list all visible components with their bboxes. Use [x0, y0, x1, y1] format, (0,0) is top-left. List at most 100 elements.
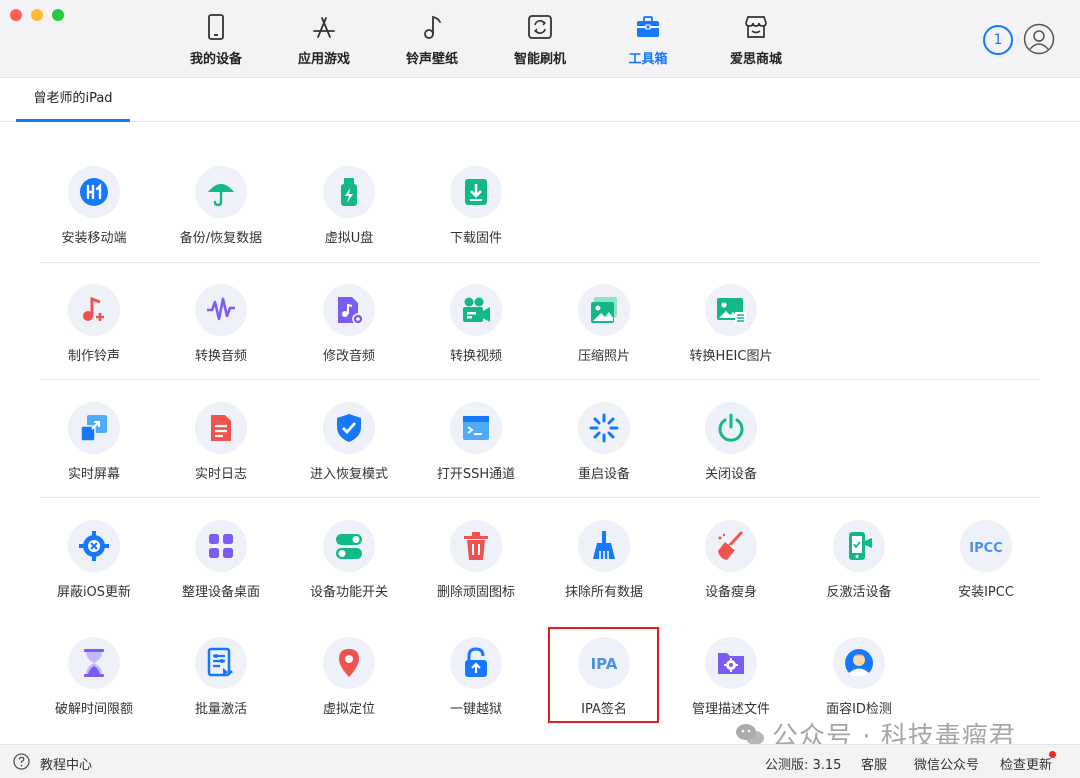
usb-drive-icon	[341, 178, 357, 206]
tool-delete-icons[interactable]: 删除顽固图标	[412, 520, 540, 620]
tool-virtual-location[interactable]: 虚拟定位	[285, 637, 413, 737]
close-window-button[interactable]	[10, 9, 22, 21]
spinner-icon	[589, 413, 619, 443]
tool-label: 转换音频	[194, 349, 247, 364]
tool-label: 打开SSH通道	[436, 467, 516, 482]
face-id-icon	[845, 649, 873, 677]
tool-label: 虚拟定位	[322, 702, 375, 717]
tool-label: 转换HEIC图片	[689, 349, 773, 364]
tool-label: 设备瘦身	[704, 585, 757, 600]
grid-icon	[209, 534, 233, 558]
tool-install-ipcc[interactable]: IPCC 安装IPCC	[922, 520, 1050, 620]
tool-label: 面容ID检测	[826, 702, 892, 717]
top-toolbar: 我的设备 应用游戏 铃声壁纸 智能刷机 工具箱 爱思商城 1	[0, 0, 1080, 78]
tool-live-screen[interactable]: 实时屏幕	[30, 402, 158, 502]
tool-label: 备份/恢复数据	[179, 231, 263, 246]
ipcc-text-icon: IPCC	[970, 541, 1002, 556]
tool-label: 管理描述文件	[691, 702, 770, 717]
tool-label: 删除顽固图标	[436, 585, 515, 600]
tool-label: 修改音频	[322, 349, 375, 364]
nav-ringtones[interactable]: 铃声壁纸	[382, 12, 482, 72]
unlock-icon	[465, 647, 487, 677]
tool-ssh-channel[interactable]: 打开SSH通道	[412, 402, 540, 502]
app-store-icon	[313, 17, 335, 38]
nav-store[interactable]: 爱思商城	[706, 12, 806, 72]
tool-label: 压缩照片	[577, 349, 630, 364]
nav-label: 工具箱	[628, 52, 668, 67]
tool-edit-audio[interactable]: 修改音频	[285, 284, 413, 384]
nav-label: 我的设备	[189, 52, 242, 67]
tool-label: 制作铃声	[67, 349, 120, 364]
broom-icon	[593, 531, 615, 559]
tool-batch-activate[interactable]: 批量激活	[157, 637, 285, 737]
tool-label: 实时屏幕	[67, 467, 120, 482]
nav-my-device[interactable]: 我的设备	[166, 12, 266, 72]
notification-badge[interactable]: 1	[983, 25, 1013, 55]
tool-label: 安装IPCC	[958, 585, 1014, 600]
gear-block-icon	[79, 531, 109, 561]
sweep-icon	[718, 531, 743, 560]
tool-convert-heic[interactable]: 转换HEIC图片	[667, 284, 795, 384]
tool-label: 批量激活	[194, 702, 247, 717]
tool-recovery-mode[interactable]: 进入恢复模式	[285, 402, 413, 502]
tool-label: 反激活设备	[826, 585, 892, 600]
tool-label: 下载固件	[449, 231, 502, 246]
wechat-account-link[interactable]: 微信公众号	[914, 754, 979, 773]
tool-label: 转换视频	[449, 349, 502, 364]
tool-label: 破解时间限额	[54, 702, 133, 717]
toggle-icon	[336, 534, 362, 559]
tool-label: 重启设备	[577, 467, 630, 482]
tab-device-ipad[interactable]: 曾老师的iPad	[16, 78, 130, 122]
tool-label: 整理设备桌面	[181, 585, 260, 600]
tool-restart-device[interactable]: 重启设备	[540, 402, 668, 502]
terminal-icon	[463, 416, 489, 440]
check-update-link[interactable]: 检查更新	[1000, 754, 1052, 773]
tool-install-mobile[interactable]: 安装移动端	[30, 166, 158, 266]
location-pin-icon	[339, 649, 359, 677]
tool-shutdown-device[interactable]: 关闭设备	[667, 402, 795, 502]
tool-download-firmware[interactable]: 下载固件	[412, 166, 540, 266]
tool-jailbreak[interactable]: 一键越狱	[412, 637, 540, 737]
tool-block-ios-update[interactable]: 屏蔽iOS更新	[30, 520, 158, 620]
nav-flash[interactable]: 智能刷机	[490, 12, 590, 72]
power-icon	[718, 413, 744, 442]
tool-deactivate-device[interactable]: 反激活设备	[795, 520, 923, 620]
nav-toolbox[interactable]: 工具箱	[598, 12, 698, 72]
nav-label: 铃声壁纸	[405, 52, 458, 67]
version-label: 公测版: 3.15	[765, 758, 842, 773]
tool-compress-photo[interactable]: 压缩照片	[540, 284, 668, 384]
tutorial-center-link[interactable]: 教程中心	[40, 754, 92, 773]
minimize-window-button[interactable]	[31, 9, 43, 21]
user-avatar-icon[interactable]	[1023, 23, 1055, 55]
svg-text:IPCC: IPCC	[970, 541, 1002, 556]
tool-convert-audio[interactable]: 转换音频	[157, 284, 285, 384]
tool-screen-time[interactable]: 破解时间限额	[30, 637, 158, 737]
tool-label: 进入恢复模式	[309, 467, 388, 482]
status-bar: 教程中心 公测版: 3.15 客服 微信公众号 检查更新	[0, 744, 1080, 778]
help-icon[interactable]	[13, 753, 30, 770]
zoom-window-button[interactable]	[52, 9, 64, 21]
screen-mirror-icon	[80, 415, 107, 442]
tool-make-ringtone[interactable]: 制作铃声	[30, 284, 158, 384]
audio-wave-icon	[207, 297, 235, 321]
tool-erase-data[interactable]: 抹除所有数据	[540, 520, 668, 620]
batch-activate-icon	[207, 647, 233, 677]
heic-image-icon	[717, 298, 746, 323]
support-link[interactable]: 客服	[861, 754, 887, 773]
nav-apps-games[interactable]: 应用游戏	[274, 12, 374, 72]
tool-convert-video[interactable]: 转换视频	[412, 284, 540, 384]
shield-check-icon	[337, 414, 361, 442]
profile-folder-icon	[718, 653, 744, 674]
phone-deactivate-icon	[849, 532, 872, 560]
tool-organize-desktop[interactable]: 整理设备桌面	[157, 520, 285, 620]
umbrella-icon	[208, 184, 234, 207]
tool-label: 关闭设备	[704, 467, 757, 482]
toolbox-icon	[637, 16, 659, 37]
log-file-icon	[211, 415, 231, 441]
tool-device-slim[interactable]: 设备瘦身	[667, 520, 795, 620]
tool-live-log[interactable]: 实时日志	[157, 402, 285, 502]
hourglass-icon	[84, 649, 104, 677]
tool-feature-switch[interactable]: 设备功能开关	[285, 520, 413, 620]
tool-virtual-udisk[interactable]: 虚拟U盘	[285, 166, 413, 266]
tool-backup-restore[interactable]: 备份/恢复数据	[157, 166, 285, 266]
